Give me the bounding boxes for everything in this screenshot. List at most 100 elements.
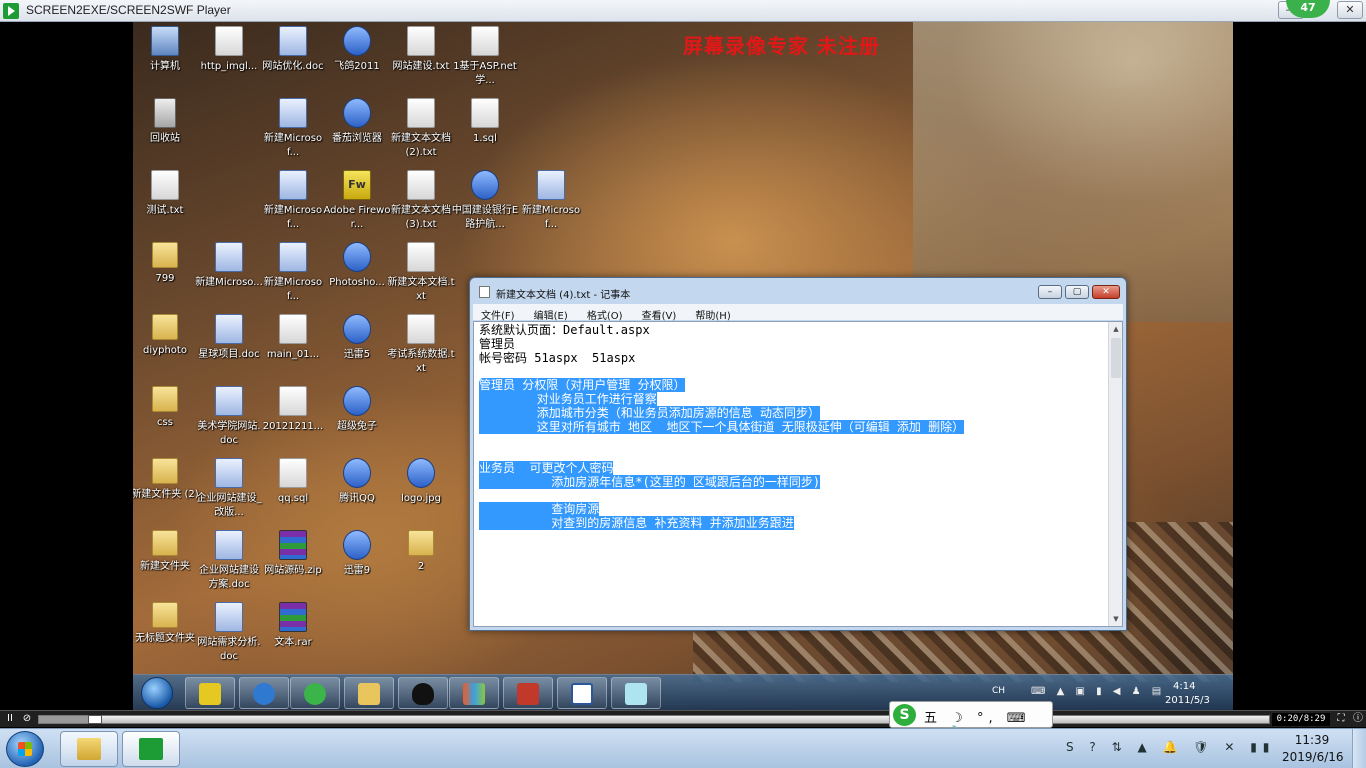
desktop-icon[interactable]: 网站建设.txt <box>387 26 455 74</box>
notepad-minimize-button[interactable]: – <box>1038 285 1062 299</box>
desktop-icon[interactable]: main_01... <box>259 314 327 362</box>
notepad-vertical-scrollbar[interactable]: ▲ ▼ <box>1108 322 1122 626</box>
desktop-icon[interactable]: 新建Microsof... <box>259 242 327 304</box>
desktop-icon[interactable]: 企业网站建设方案.doc <box>195 530 263 592</box>
recorded-task-fireworks[interactable] <box>185 677 235 709</box>
text-line[interactable]: 管理员 <box>479 337 964 352</box>
scroll-thumb[interactable] <box>1111 338 1121 378</box>
text-line-content: 这里对所有城市 地区 地区下一个具体街道 无限极延伸（可编辑 添加 删除） <box>479 419 965 434</box>
desktop-icon[interactable]: 超级兔子 <box>323 386 391 434</box>
notepad-close-button[interactable]: ✕ <box>1092 285 1120 299</box>
host-task-explorer[interactable] <box>60 731 118 767</box>
desktop-icon[interactable]: 新建Microsof... <box>259 170 327 232</box>
recorded-task-ie[interactable] <box>239 677 289 709</box>
host-task-player[interactable] <box>122 731 180 767</box>
scroll-up-icon[interactable]: ▲ <box>1109 322 1122 336</box>
scroll-down-icon[interactable]: ▼ <box>1109 612 1122 626</box>
notepad-maximize-button[interactable]: ▢ <box>1065 285 1089 299</box>
desktop-icon[interactable]: 回收站 <box>133 98 199 146</box>
recorded-screen[interactable]: 屏幕录像专家 未注册 计算机 http_imgl... 网站优化.doc 飞鸽2011… <box>133 22 1233 710</box>
fit-screen-button[interactable]: ⛶ <box>1334 712 1348 726</box>
desktop-icon[interactable]: 2 <box>387 530 455 574</box>
desktop-icon[interactable]: 企业网站建设_改版... <box>195 458 263 520</box>
info-button[interactable]: ⓘ <box>1351 712 1365 726</box>
desktop-icon[interactable]: 网站源码.zip <box>259 530 327 578</box>
desktop-icon[interactable]: 新建文本文档 (2).txt <box>387 98 455 160</box>
text-line[interactable]: 这里对所有城市 地区 地区下一个具体街道 无限极延伸（可编辑 添加 删除） <box>479 419 965 435</box>
desktop-icon[interactable]: Photosho... <box>323 242 391 290</box>
desktop-icon[interactable]: 腾讯QQ <box>323 458 391 506</box>
text-line[interactable]: 帐号密码 51aspx 51aspx <box>479 351 964 366</box>
recorded-task-toolbox[interactable] <box>503 677 553 709</box>
text-line[interactable]: 添加城市分类（和业务员添加房源的信息 动态同步） <box>479 405 964 421</box>
text-line[interactable] <box>479 448 964 462</box>
stop-button[interactable]: ⊘ <box>20 712 34 726</box>
ime-input-mode[interactable]: 五 <box>924 711 942 726</box>
text-line[interactable]: 对业务员工作进行督察 <box>479 391 964 407</box>
desktop-icon[interactable]: 星球项目.doc <box>195 314 263 362</box>
desktop-icon[interactable]: http_imgl... <box>195 26 263 74</box>
desktop-icon[interactable]: 新建文本文档.txt <box>387 242 455 304</box>
desktop-icon[interactable]: 计算机 <box>133 26 199 74</box>
desktop-icon[interactable]: 无标题文件夹 <box>133 602 199 646</box>
desktop-icon[interactable]: 网站优化.doc <box>259 26 327 74</box>
file-icon <box>279 458 307 488</box>
desktop-icon[interactable]: 测试.txt <box>133 170 199 218</box>
recorded-clock-time[interactable]: 4:14 <box>1173 681 1195 692</box>
show-desktop-button[interactable] <box>1352 729 1366 768</box>
desktop-icon[interactable]: logo.jpg <box>387 458 455 506</box>
desktop-icon[interactable]: 新建文件夹 (2) <box>133 458 199 502</box>
text-line[interactable]: 添加房源年信息*(这里的 区域跟后台的一样同步) <box>479 474 964 490</box>
desktop-icon[interactable]: 迅雷5 <box>323 314 391 362</box>
host-tray-icons[interactable]: S ? ⇅ ▲ 🔔 🛡 ✕ ▮▮ <box>1066 740 1275 754</box>
text-line[interactable] <box>479 434 964 448</box>
desktop-icon[interactable]: 1基于ASP.net学... <box>451 26 519 88</box>
text-line[interactable]: 管理员 分权限（对用户管理 分权限） <box>479 378 964 393</box>
desktop-icon[interactable]: 新建Microso... <box>195 242 263 290</box>
notepad-titlebar[interactable]: 新建文本文档 (4).txt - 记事本 – ▢ ✕ <box>470 278 1126 304</box>
desktop-icon[interactable]: qq.sql <box>259 458 327 506</box>
recorded-start-button[interactable] <box>141 677 173 709</box>
playback-seek-handle[interactable] <box>88 715 103 724</box>
text-line[interactable]: 业务员 可更改个人密码 <box>479 460 964 476</box>
desktop-icon[interactable]: 迅雷9 <box>323 530 391 578</box>
recorded-tray-icons[interactable]: ⌨ ▲ ▣ ▮ ◀ ♟ ▤ <box>1031 686 1165 697</box>
player-close-button[interactable]: ✕ <box>1337 1 1363 19</box>
host-clock[interactable]: 11:39 2019/6/16 <box>1282 732 1344 766</box>
desktop-icon[interactable]: 考试系统数据.txt <box>387 314 455 376</box>
desktop-icon[interactable]: Fw Adobe Firewor... <box>323 170 391 232</box>
desktop-icon[interactable]: 799 <box>133 242 199 286</box>
desktop-icon[interactable]: 1.sql <box>451 98 519 146</box>
desktop-icon[interactable]: 新建文本文档 (3).txt <box>387 170 455 232</box>
host-start-button[interactable] <box>6 731 44 767</box>
recorded-task-word[interactable] <box>557 677 607 709</box>
desktop-icon[interactable]: 中国建设银行E路护航... <box>451 170 519 232</box>
recorded-task-media[interactable] <box>449 677 499 709</box>
recorded-task-ie-green[interactable] <box>290 677 340 709</box>
recorded-lang-indicator[interactable]: CH <box>992 686 1005 696</box>
desktop-icon[interactable]: 文本.rar <box>259 602 327 650</box>
pause-button[interactable]: II <box>3 712 17 726</box>
recorded-task-qq[interactable] <box>398 677 448 709</box>
desktop-icon[interactable]: 20121211... <box>259 386 327 434</box>
recorded-clock-date[interactable]: 2011/5/3 <box>1165 695 1210 706</box>
recorded-task-explorer[interactable] <box>344 677 394 709</box>
recorded-task-notepad[interactable] <box>611 677 661 709</box>
desktop-icon[interactable]: 新建文件夹 <box>133 530 199 574</box>
desktop-icon[interactable]: diyphoto <box>133 314 199 358</box>
notepad-text-area[interactable]: 系统默认页面：Default.aspx 管理员 帐号密码 51aspx 51aspx… <box>473 321 1123 627</box>
desktop-icon[interactable]: 新建Microsof... <box>517 170 585 232</box>
ime-toolbar[interactable]: S 五 ☽ °, ⌨ ● 🔧 <box>889 701 1053 741</box>
desktop-icon[interactable]: css <box>133 386 199 430</box>
desktop-icon[interactable]: 新建Microsof... <box>259 98 327 160</box>
desktop-icon[interactable]: 飞鸽2011 <box>323 26 391 74</box>
desktop-icon[interactable]: 网站需求分析.doc <box>195 602 263 664</box>
playback-progress-track[interactable] <box>38 715 1270 724</box>
notepad-window[interactable]: 新建文本文档 (4).txt - 记事本 – ▢ ✕ 文件(F) 编辑(E) 格… <box>469 277 1127 631</box>
text-line[interactable]: 系统默认页面：Default.aspx <box>479 323 964 338</box>
desktop-icon[interactable]: 美术学院网站.doc <box>195 386 263 448</box>
notepad-text-content[interactable]: 系统默认页面：Default.aspx 管理员 帐号密码 51aspx 51aspx… <box>479 323 965 531</box>
desktop-icon[interactable]: 番茄浏览器 <box>323 98 391 146</box>
sogou-ime-icon[interactable]: S <box>893 704 916 726</box>
text-line[interactable]: 对查到的房源信息 补充资料 并添加业务跟进 <box>479 516 964 531</box>
